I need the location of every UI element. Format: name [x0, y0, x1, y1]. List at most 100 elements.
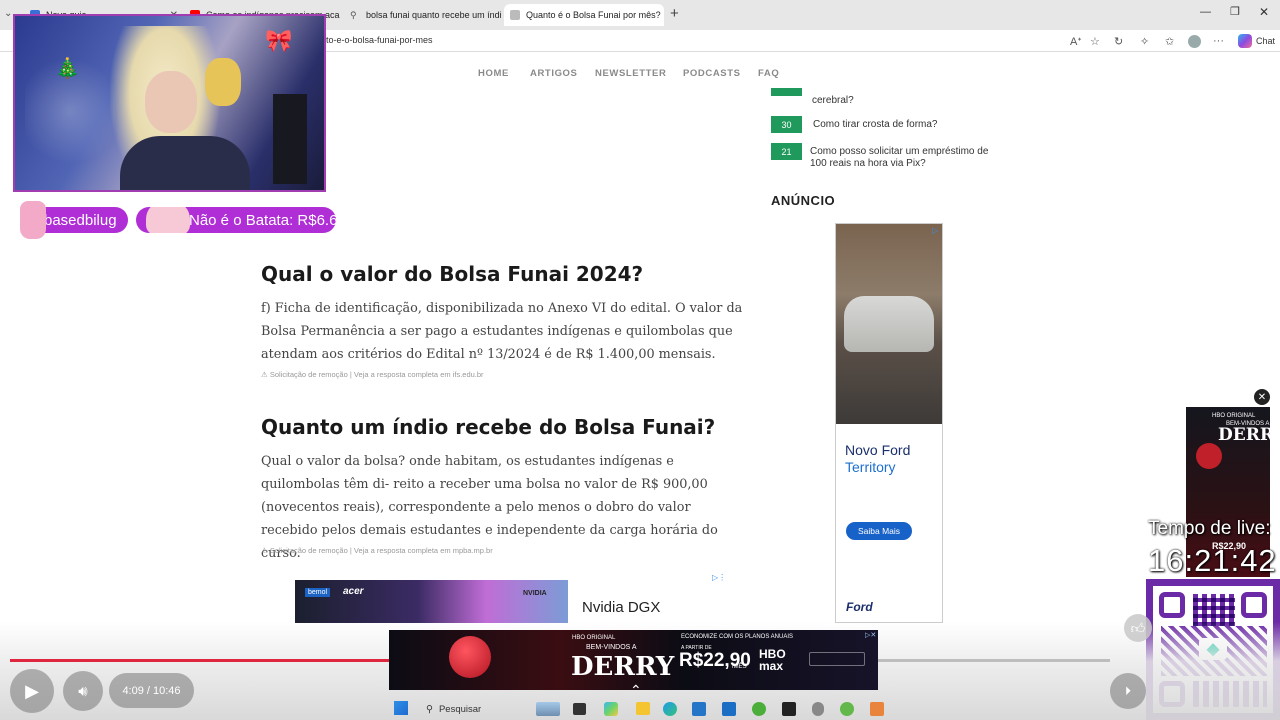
close-icon[interactable]: ✕: [661, 10, 664, 21]
adchoices-icon[interactable]: ▷: [932, 226, 938, 235]
live-time: 16:21:42: [1148, 543, 1277, 578]
rank-badge: [771, 88, 802, 96]
section-title: Quanto um índio recebe do Bolsa Funai?: [261, 415, 716, 439]
more-menu-icon[interactable]: ···: [1213, 35, 1224, 47]
nav-faq[interactable]: FAQ: [758, 68, 779, 79]
ford-ad-image: [836, 224, 942, 424]
extension-icon[interactable]: ↻: [1114, 35, 1123, 48]
source-text[interactable]: Solicitação de remoção | Veja a resposta…: [270, 370, 484, 379]
ad-label: ANÚNCIO: [771, 193, 836, 208]
derry-title: DERRY: [571, 652, 675, 682]
hbo-max-ad[interactable]: HBO ORIGINAL BEM-VINDOS A DERRY ECONOMIZ…: [389, 630, 878, 690]
rank-badge: 30: [771, 116, 802, 133]
app-icon[interactable]: [870, 702, 884, 716]
section-title: Qual o valor do Bolsa Funai 2024?: [261, 262, 644, 286]
hbo-cta-button[interactable]: [809, 652, 865, 666]
source-text[interactable]: Solicitação de remoção | Veja a resposta…: [270, 546, 493, 555]
live-time-label: Tempo de live:: [1148, 518, 1271, 539]
streamer-body: [120, 136, 250, 190]
store-icon[interactable]: [692, 702, 706, 716]
terminal-icon[interactable]: [782, 702, 796, 716]
tab-bolsa-funai-search[interactable]: ⚲ bolsa funai quanto recebe um índi ✕: [344, 4, 504, 26]
favorites-icon[interactable]: ✩: [1165, 35, 1174, 48]
new-tab-icon[interactable]: +: [670, 5, 679, 22]
widgets-icon[interactable]: [536, 702, 560, 716]
hbo-original-label: HBO ORIGINAL: [1212, 413, 1256, 419]
sub-badge-name: basedbilug: [44, 211, 117, 229]
windows-start-icon[interactable]: [394, 701, 408, 715]
ranking-item[interactable]: Como posso solicitar um empréstimo de 10…: [810, 146, 1000, 170]
acer-logo: acer: [343, 586, 364, 597]
nav-artigos[interactable]: ARTIGOS: [530, 68, 577, 79]
progress-fill: [10, 659, 438, 662]
app-icon[interactable]: [752, 702, 766, 716]
hbo-original-label: HBO ORIGINAL: [572, 635, 616, 641]
nvidia-ad-title: Nvidia DGX: [582, 599, 661, 616]
play-button[interactable]: ▶: [10, 669, 54, 713]
app-icon[interactable]: [840, 702, 854, 716]
qr-finder: [1241, 592, 1267, 618]
plush-toy: [205, 58, 241, 106]
drink-icon: [20, 201, 46, 239]
volume-button[interactable]: 🔊︎: [63, 671, 103, 711]
minimize-icon[interactable]: —: [1200, 6, 1211, 18]
ranking-item[interactable]: cerebral?: [812, 95, 1002, 107]
chat-label[interactable]: Chat: [1256, 36, 1275, 46]
volume-icon: 🔊︎: [78, 682, 88, 700]
tab-menu-icon[interactable]: ⌄: [4, 8, 12, 19]
copilot-icon[interactable]: [1238, 34, 1252, 48]
adchoices-icon[interactable]: ▷⋮: [712, 573, 726, 582]
puzzle-icon[interactable]: ✧: [1140, 35, 1149, 48]
url-text[interactable]: to-e-o-bolsa-funai-por-mes: [326, 35, 433, 45]
close-ad-icon[interactable]: ✕: [1254, 389, 1270, 405]
tab-label: bolsa funai quanto recebe um índi: [366, 10, 502, 20]
ranking-item[interactable]: Como tirar crosta de forma?: [813, 119, 1003, 131]
mail-icon[interactable]: [722, 702, 736, 716]
rank-badge: 21: [771, 143, 802, 160]
warning-icon: ⚠: [261, 370, 270, 379]
time-display: 4:09 / 10:46: [109, 673, 194, 708]
balloon-icon: [1196, 443, 1222, 469]
nav-newsletter[interactable]: NEWSLETTER: [595, 68, 666, 79]
ford-ad[interactable]: ▷ Novo Ford Territory Saiba Mais Ford: [835, 223, 943, 623]
window-close-icon[interactable]: ✕: [1259, 5, 1269, 19]
adchoices-icon[interactable]: ▷✕: [865, 631, 876, 639]
webcam-feed: 🎄 🎀: [13, 14, 326, 192]
settings-button[interactable]: ⏵: [1110, 673, 1146, 709]
search-icon: ⚲: [350, 10, 357, 20]
saiba-mais-button[interactable]: Saiba Mais: [846, 522, 912, 540]
ford-ad-line2: Territory: [845, 459, 896, 475]
source-line[interactable]: ⚠ Solicitação de remoção | Veja a respos…: [261, 370, 484, 379]
read-aloud-icon[interactable]: Aᐩ: [1070, 35, 1082, 48]
maximize-icon[interactable]: ❐: [1230, 5, 1240, 18]
nav-podcasts[interactable]: PODCASTS: [683, 68, 741, 79]
task-view-icon[interactable]: [573, 703, 586, 715]
taskbar-search-label: Pesquisar: [438, 703, 482, 715]
bemol-logo: bemol: [305, 588, 331, 597]
copilot-taskbar-icon[interactable]: [604, 702, 618, 716]
file-explorer-icon[interactable]: [636, 702, 650, 715]
nav-home[interactable]: HOME: [478, 68, 509, 79]
ornament-icon: 🎄: [55, 58, 80, 80]
balloon-icon: [449, 636, 491, 678]
nvidia-ad[interactable]: bemol acer NVIDIA Nvidia DGX ▷⋮: [282, 573, 732, 623]
favorite-star-icon[interactable]: ☆: [1090, 35, 1100, 48]
streamer-face: [145, 71, 197, 133]
profile-avatar-icon[interactable]: [1188, 35, 1201, 48]
tab-quanto-bolsa-funai[interactable]: Quanto é o Bolsa Funai por mês? ✕: [504, 4, 664, 26]
chair: [273, 94, 307, 184]
nvidia-ad-image: bemol acer NVIDIA: [295, 580, 568, 623]
ford-ad-line1: Novo Ford: [845, 442, 911, 458]
donation-badge: Não é o Batata: R$6.6: [136, 207, 336, 233]
mic-icon[interactable]: [812, 702, 824, 716]
sub-badge: basedbilug: [20, 201, 128, 239]
nvidia-logo: NVIDIA: [523, 590, 547, 597]
taskbar-search[interactable]: ⚲ Pesquisar: [418, 700, 534, 718]
chevron-up-icon[interactable]: ⌃: [630, 682, 642, 699]
tab-label: Quanto é o Bolsa Funai por mês?: [526, 10, 661, 20]
source-line[interactable]: ⚠ Solicitação de remoção | Veja a respos…: [261, 546, 493, 555]
donation-text: Não é o Batata: R$6.6: [189, 211, 336, 229]
edge-icon[interactable]: [663, 702, 677, 716]
like-button[interactable]: 👍︎: [1124, 614, 1152, 642]
derry-title: DERRY: [1218, 425, 1270, 445]
